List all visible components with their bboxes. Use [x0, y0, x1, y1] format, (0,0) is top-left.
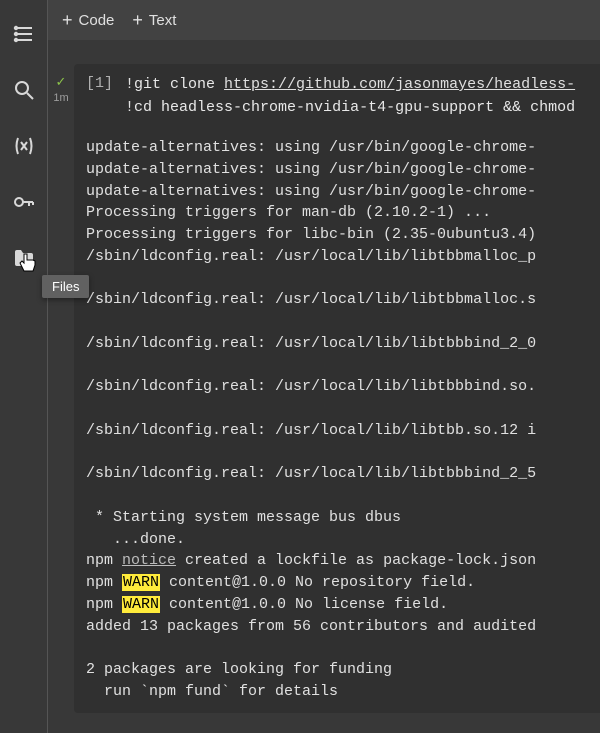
code-line-1a: git clone [134, 76, 224, 93]
code-cell[interactable]: [1] !git clone https://github.com/jasonm… [74, 64, 600, 713]
add-code-label: Code [79, 12, 115, 29]
npm-warn-word: WARN [122, 596, 160, 613]
code-area: [1] !git clone https://github.com/jasonm… [86, 74, 588, 119]
code-content[interactable]: !git clone https://github.com/jasonmayes… [125, 74, 575, 119]
cell-output: update-alternatives: using /usr/bin/goog… [86, 137, 588, 703]
main-area: + Code + Text ✓ 1m [1] !git clone https:… [48, 0, 600, 733]
npm-warn2-rest: content@1.0.0 No license field. [160, 596, 448, 613]
npm-notice-rest: created a lockfile as package-lock.json [176, 552, 536, 569]
output-pre: update-alternatives: using /usr/bin/goog… [86, 139, 536, 548]
output-post: added 13 packages from 56 contributors a… [86, 618, 536, 700]
files-tooltip: Files [42, 275, 89, 298]
files-icon[interactable] [10, 244, 38, 272]
left-sidebar: Files [0, 0, 48, 733]
npm-prefix: npm [86, 596, 122, 613]
bang: ! [125, 76, 134, 93]
cell-wrap: ✓ 1m [1] !git clone https://github.com/j… [48, 40, 600, 713]
npm-notice-word: notice [122, 552, 176, 569]
variables-icon[interactable] [10, 132, 38, 160]
bang: ! [125, 99, 134, 116]
npm-prefix: npm [86, 574, 122, 591]
npm-prefix: npm [86, 552, 122, 569]
add-text-button[interactable]: + Text [132, 11, 176, 29]
app-root: Files + Code + Text ✓ 1m [1] [0, 0, 600, 733]
npm-warn-word: WARN [122, 574, 160, 591]
cell-gutter: ✓ 1m [48, 64, 74, 713]
toc-icon[interactable] [10, 20, 38, 48]
cell-duration: 1m [53, 92, 68, 104]
npm-warn1-rest: content@1.0.0 No repository field. [160, 574, 475, 591]
status-check-icon: ✓ [56, 74, 67, 90]
search-icon[interactable] [10, 76, 38, 104]
add-code-button[interactable]: + Code [62, 11, 114, 29]
plus-icon: + [132, 11, 143, 29]
key-icon[interactable] [10, 188, 38, 216]
add-text-label: Text [149, 12, 177, 29]
plus-icon: + [62, 11, 73, 29]
cell-toolbar: + Code + Text [48, 0, 600, 40]
code-url[interactable]: https://github.com/jasonmayes/headless- [224, 76, 575, 93]
code-line-2: cd headless-chrome-nvidia-t4-gpu-support… [134, 99, 575, 116]
exec-count: [1] [86, 74, 113, 92]
